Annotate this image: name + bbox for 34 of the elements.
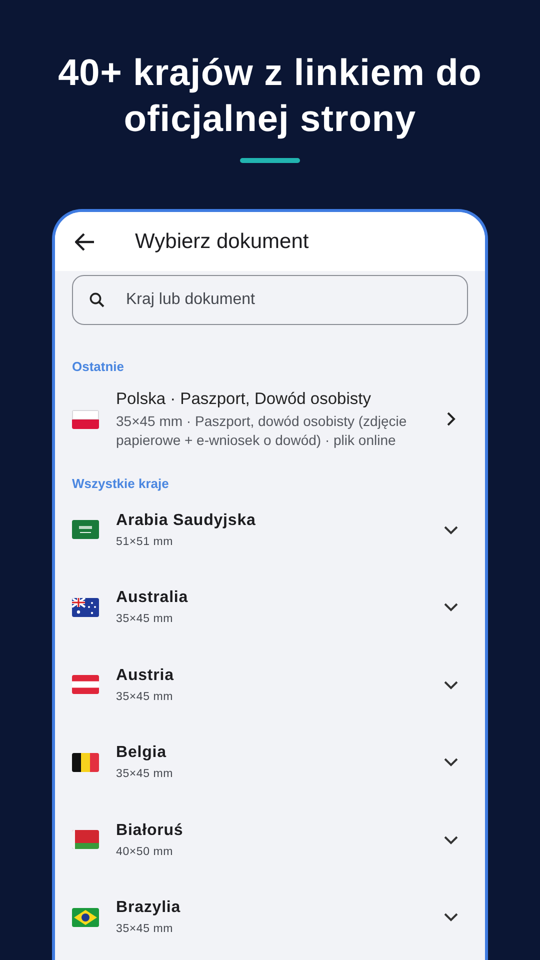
photo-size: 40×50 mm [116, 846, 174, 858]
country-row[interactable]: Belgia 35×45 mm [55, 724, 485, 801]
recent-title: Polska · Paszport, Dowód osobisty [116, 389, 372, 410]
photo-size: 35×45 mm [116, 690, 174, 703]
flag-icon [72, 752, 99, 772]
country-row[interactable]: Arabia Saudyjska 51×51 mm [55, 491, 485, 568]
flag-icon [72, 598, 99, 617]
country-name: Brazylia [116, 899, 182, 918]
photo-size: 51×51 mm [116, 536, 174, 548]
country-row[interactable]: Białoruś 40×50 mm [55, 801, 485, 878]
flag-icon [72, 830, 99, 850]
photo-size: 35×45 mm [116, 923, 174, 936]
section-label: Ostatnie [72, 359, 126, 374]
country-name: Belgia [116, 744, 168, 762]
flag-icon [72, 520, 99, 540]
screen-title: Wybierz dokument [135, 230, 309, 254]
flag-icon [72, 675, 99, 694]
country-name: Austria [116, 666, 175, 685]
search-icon [89, 292, 105, 308]
photo-size: 35×45 mm [116, 768, 174, 780]
country-row[interactable]: Brazylia 35×45 mm [55, 878, 485, 956]
recent-item[interactable]: Polska · Paszport, Dowód osobisty 35×45 mm · Paszport, dowód osobisty (zdjęcie papierowe + e-wniosek o dowód) · plik online [55, 374, 485, 450]
country-name: Australia [116, 589, 190, 608]
country-row[interactable]: Australia 35×45 mm [55, 568, 485, 646]
flag-icon [72, 908, 99, 927]
country-row[interactable]: Austria 35×45 mm [55, 646, 485, 724]
country-name: Arabia Saudyjska [116, 512, 257, 530]
search-field[interactable]: Kraj lub dokument [72, 275, 468, 325]
recent-description: 35×45 mm · Paszport, dowód osobisty (zdjęcie papierowe + e-wniosek o dowód) · plik online [116, 412, 408, 450]
country-name: Białoruś [116, 822, 184, 840]
headline: 40+ krajów z linkiem do oficjalnej strony [57, 51, 483, 141]
flag-icon [72, 410, 99, 428]
photo-size: 35×45 mm [116, 613, 174, 626]
section-label: Wszystkie kraje [72, 476, 170, 491]
